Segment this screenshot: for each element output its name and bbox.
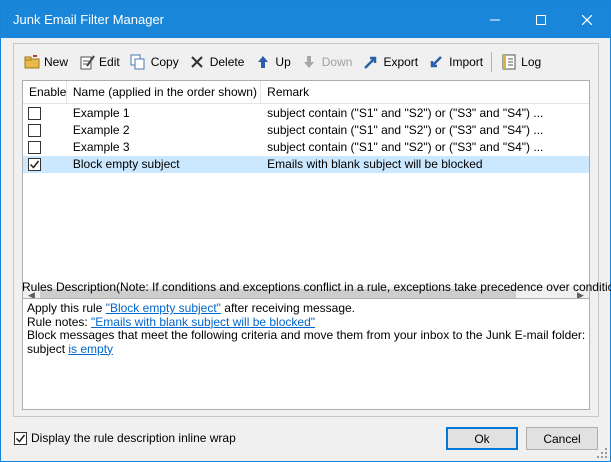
description-line: subject is empty xyxy=(27,341,114,356)
import-button[interactable]: Import xyxy=(423,50,488,74)
close-icon xyxy=(582,14,592,25)
toolbar-separator xyxy=(491,52,493,72)
description-line: Rule notes: "Emails with blank subject w… xyxy=(27,314,315,329)
rule-remark: subject contain ("S1" and "S2") or ("S3"… xyxy=(267,140,544,154)
export-icon xyxy=(362,54,379,71)
wrap-option[interactable]: Display the rule description inline wrap xyxy=(14,431,236,445)
close-button[interactable] xyxy=(564,1,610,38)
rule-name: Example 2 xyxy=(72,123,130,137)
table-row-selected[interactable]: Block empty subject Emails with blank su… xyxy=(23,156,589,173)
rule-remark: subject contain ("S1" and "S2") or ("S3"… xyxy=(267,123,544,137)
log-button[interactable]: Log xyxy=(495,50,546,74)
window-title: Junk Email Filter Manager xyxy=(13,12,164,27)
list-header: Enable Name (applied in the order shown)… xyxy=(23,81,589,104)
condition-link[interactable]: is empty xyxy=(68,342,113,356)
checkmark-icon xyxy=(29,160,40,169)
import-icon xyxy=(428,54,445,71)
rule-description-box: Apply this rule "Block empty subject" af… xyxy=(22,298,590,410)
enable-checkbox[interactable] xyxy=(28,107,41,120)
minimize-button[interactable] xyxy=(472,1,518,38)
new-folder-icon xyxy=(23,54,40,71)
minimize-icon xyxy=(490,19,500,20)
up-button[interactable]: Up xyxy=(249,50,295,74)
enable-checkbox[interactable] xyxy=(28,124,41,137)
rules-description-label: Rules Description(Note: If conditions an… xyxy=(22,280,611,294)
description-line: Block messages that meet the following c… xyxy=(27,328,586,342)
copy-button[interactable]: Copy xyxy=(125,50,184,74)
export-label: Export xyxy=(383,55,419,69)
rule-remark: Emails with blank subject will be blocke… xyxy=(267,157,483,171)
maximize-button[interactable] xyxy=(518,1,564,38)
header-name[interactable]: Name (applied in the order shown) xyxy=(67,81,262,104)
rule-name: Block empty subject xyxy=(72,157,180,171)
description-line: Apply this rule "Block empty subject" af… xyxy=(27,301,355,315)
dialog-window: Junk Email Filter Manager New Edit Copy … xyxy=(0,0,611,462)
log-icon xyxy=(500,54,517,71)
rule-name-link[interactable]: "Block empty subject" xyxy=(106,301,221,315)
enable-checkbox-checked[interactable] xyxy=(28,158,41,171)
new-button[interactable]: New xyxy=(18,50,73,74)
cancel-button[interactable]: Cancel xyxy=(526,427,598,450)
header-remark[interactable]: Remark xyxy=(261,81,589,104)
toolbar: New Edit Copy Delete Up Down Export Impo… xyxy=(18,48,594,76)
wrap-checkbox[interactable] xyxy=(14,431,27,445)
wrap-label: Display the rule description inline wrap xyxy=(31,431,236,445)
export-button[interactable]: Export xyxy=(357,50,423,74)
rules-list[interactable]: Enable Name (applied in the order shown)… xyxy=(22,80,590,304)
rule-name: Example 3 xyxy=(72,140,130,154)
edit-button[interactable]: Edit xyxy=(73,50,125,74)
import-label: Import xyxy=(449,55,484,69)
delete-icon xyxy=(189,54,206,71)
checkmark-icon xyxy=(15,434,26,443)
edit-icon xyxy=(78,54,95,71)
main-panel: New Edit Copy Delete Up Down Export Impo… xyxy=(13,43,611,417)
table-row[interactable]: Example 2 subject contain ("S1" and "S2"… xyxy=(23,122,589,139)
arrow-up-icon xyxy=(254,54,271,71)
copy-icon xyxy=(130,54,147,71)
table-row[interactable]: Example 3 subject contain ("S1" and "S2"… xyxy=(23,139,589,156)
copy-label: Copy xyxy=(150,55,179,69)
table-row[interactable]: Example 1 subject contain ("S1" and "S2"… xyxy=(23,105,589,122)
down-button[interactable]: Down xyxy=(296,50,358,74)
arrow-down-icon xyxy=(301,54,318,71)
delete-label: Delete xyxy=(209,55,245,69)
rule-notes-link[interactable]: "Emails with blank subject will be block… xyxy=(91,315,315,329)
rule-remark: subject contain ("S1" and "S2") or ("S3"… xyxy=(267,106,544,120)
enable-checkbox[interactable] xyxy=(28,141,41,154)
new-label: New xyxy=(44,55,69,69)
title-bar: Junk Email Filter Manager xyxy=(1,1,610,38)
delete-button[interactable]: Delete xyxy=(184,50,250,74)
down-label: Down xyxy=(321,55,353,69)
up-label: Up xyxy=(275,55,291,69)
rule-name: Example 1 xyxy=(72,106,130,120)
edit-label: Edit xyxy=(99,55,120,69)
maximize-icon xyxy=(536,14,546,25)
header-enable[interactable]: Enable xyxy=(23,81,67,104)
ok-button[interactable]: Ok xyxy=(446,427,518,450)
resize-grip-icon[interactable] xyxy=(597,448,607,458)
log-label: Log xyxy=(521,55,542,69)
